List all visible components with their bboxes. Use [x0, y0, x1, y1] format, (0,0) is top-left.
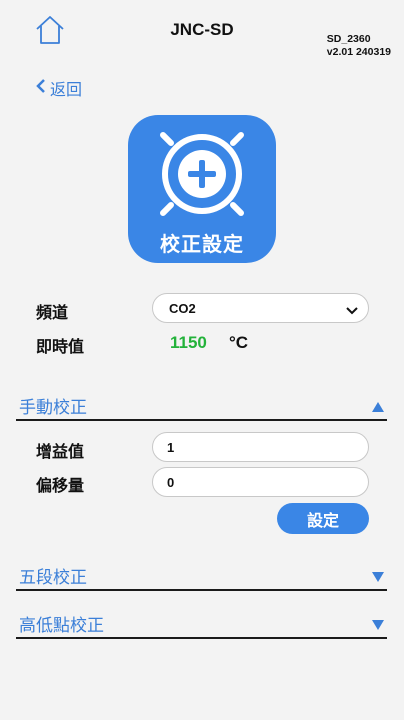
chevron-left-icon [36, 79, 46, 97]
header: JNC-SD SD_2360 v2.01 240319 [0, 0, 404, 64]
section-title: 高低點校正 [19, 616, 104, 636]
section-high-low-calibration[interactable]: 高低點校正 [16, 611, 387, 639]
triangle-down-icon [372, 568, 384, 587]
section-title: 五段校正 [19, 568, 87, 588]
triangle-down-icon [372, 616, 384, 635]
set-button[interactable]: 設定 [277, 503, 369, 534]
chevron-down-icon [346, 302, 358, 321]
channel-selected-value: CO2 [169, 300, 196, 316]
section-manual-calibration[interactable]: 手動校正 [16, 393, 387, 421]
back-label: 返回 [50, 80, 83, 99]
tile-label: 校正設定 [160, 232, 244, 256]
offset-input[interactable] [152, 467, 369, 497]
back-link[interactable]: 返回 [36, 76, 82, 100]
channel-select[interactable]: CO2 [152, 293, 369, 323]
gain-label: 增益值 [36, 442, 85, 461]
section-title: 手動校正 [19, 398, 87, 418]
realtime-label: 即時值 [36, 337, 85, 356]
firmware-version: v2.01 240319 [326, 46, 391, 58]
version-info: SD_2360 v2.01 240319 [327, 33, 391, 59]
calibration-settings-tile: 校正設定 [128, 115, 276, 263]
realtime-value: 1150 [170, 333, 207, 352]
gain-input[interactable] [152, 432, 369, 462]
offset-label: 偏移量 [36, 476, 85, 495]
device-id: SD_2360 [326, 33, 371, 45]
triangle-up-icon [372, 398, 384, 417]
channel-label: 頻道 [36, 303, 69, 322]
realtime-unit: °C [229, 333, 249, 352]
section-five-point-calibration[interactable]: 五段校正 [16, 563, 387, 591]
